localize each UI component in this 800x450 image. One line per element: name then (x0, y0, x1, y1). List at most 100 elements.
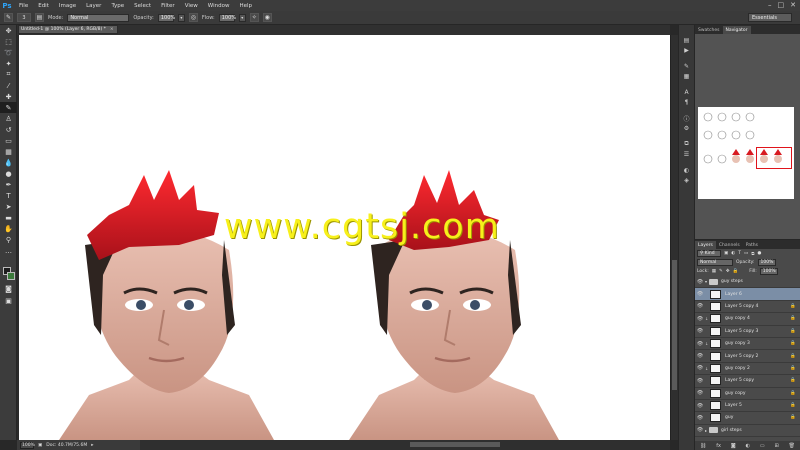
menu-window[interactable]: Window (203, 3, 235, 9)
layer-row[interactable]: 👁 ↓ guy copy 4 🔒 (695, 313, 800, 326)
layer-name[interactable]: Layer 5 copy 3 (725, 329, 758, 334)
eraser-tool-icon[interactable]: ▭ (0, 135, 17, 146)
properties-panel-icon[interactable]: ☰ (679, 149, 694, 159)
opacity-dropdown-icon[interactable]: ▾ (177, 13, 185, 22)
layer-thumbnail[interactable] (710, 301, 721, 311)
layer-name[interactable]: guy copy 3 (725, 341, 750, 346)
layer-row[interactable]: 👁 ↓ guy copy 2 🔒 (695, 363, 800, 376)
brush-preset-picker[interactable]: 3 (17, 13, 31, 22)
layer-row[interactable]: 👁 guy copy 🔒 (695, 388, 800, 400)
layer-name[interactable]: guy copy (725, 391, 746, 396)
layer-thumbnail[interactable] (710, 314, 721, 324)
visibility-eye-icon[interactable]: 👁 (695, 279, 705, 285)
layer-style-icon[interactable]: fx (716, 443, 721, 449)
adjustment-layer-icon[interactable]: ◐ (746, 443, 750, 449)
move-tool-icon[interactable]: ✥ (0, 25, 17, 36)
layer-name[interactable]: guy (725, 415, 733, 420)
layer-thumbnail[interactable] (710, 388, 721, 398)
mode-select[interactable]: Normal (67, 13, 130, 22)
navigator-view-box[interactable] (756, 147, 792, 169)
clone-stamp-tool-icon[interactable]: ♙ (0, 113, 17, 124)
document-canvas[interactable]: www.cgtsj.com (19, 35, 670, 440)
menu-help[interactable]: Help (234, 3, 257, 9)
brush-presets-icon[interactable]: ▦ (679, 71, 694, 81)
tab-channels[interactable]: Channels (716, 241, 743, 249)
menu-select[interactable]: Select (129, 3, 156, 9)
layer-name[interactable]: guy copy 2 (725, 366, 750, 371)
document-info-icon[interactable]: ▣ (38, 443, 42, 448)
brush-panel-icon[interactable]: ✎ (679, 61, 694, 71)
canvas-area[interactable]: www.cgtsj.com (17, 35, 670, 440)
layer-row[interactable]: 👁 Layer 5 copy 3 🔒 (695, 326, 800, 338)
visibility-eye-icon[interactable]: 👁 (695, 403, 705, 409)
vertical-scroll-thumb[interactable] (672, 260, 677, 390)
brush-tool-icon[interactable]: ✎ (0, 102, 17, 113)
tab-swatches[interactable]: Swatches (695, 26, 723, 34)
blur-tool-icon[interactable]: 💧 (0, 157, 17, 168)
character-panel-icon[interactable]: A (679, 87, 694, 97)
link-layers-icon[interactable]: ⛓ (700, 443, 706, 449)
visibility-eye-icon[interactable]: 👁 (695, 316, 705, 322)
layer-row[interactable]: 👁 Layer 5 copy 🔒 (695, 375, 800, 388)
quick-mask-icon[interactable]: ◙ (0, 283, 17, 294)
layer-name[interactable]: Layer 5 (725, 403, 742, 408)
layer-group-row[interactable]: 👁 ▾ guy steps (695, 276, 800, 289)
layer-name[interactable]: girl steps (721, 428, 742, 433)
menu-file[interactable]: File (14, 3, 33, 9)
status-menu-icon[interactable]: ▸ (91, 443, 93, 448)
layer-name[interactable]: Layer 5 copy (725, 378, 754, 383)
type-tool-icon[interactable]: T (0, 190, 17, 201)
adjustments-panel-icon[interactable]: ◐ (679, 165, 694, 175)
visibility-eye-icon[interactable]: 👁 (695, 415, 705, 421)
layer-row[interactable]: 👁 Layer 5 🔒 (695, 400, 800, 413)
layer-opacity-input[interactable]: 100% (757, 259, 776, 266)
styles-panel-icon[interactable]: ◈ (679, 175, 694, 185)
crop-tool-icon[interactable]: ⌗ (0, 69, 17, 80)
fill-input[interactable]: 100% (759, 268, 778, 275)
tab-paths[interactable]: Paths (743, 241, 761, 249)
gradient-tool-icon[interactable]: ▦ (0, 146, 17, 157)
blend-mode-select[interactable]: Normal (697, 259, 733, 266)
filter-pixel-icon[interactable]: ▣ (724, 251, 728, 256)
actions-panel-icon[interactable]: ▶ (679, 45, 694, 55)
layer-name[interactable]: Layer 6 (725, 292, 742, 297)
flow-dropdown-icon[interactable]: ▾ (238, 13, 246, 22)
filter-kind-select[interactable]: ⚲ Kind (697, 250, 721, 257)
brush-tool-icon[interactable]: ✎ (4, 13, 13, 22)
menu-edit[interactable]: Edit (33, 3, 54, 9)
filter-toggle-icon[interactable]: ● (757, 251, 761, 256)
pen-tool-icon[interactable]: ✒ (0, 179, 17, 190)
tab-navigator[interactable]: Navigator (722, 26, 751, 34)
visibility-eye-icon[interactable]: 👁 (695, 328, 705, 334)
delete-layer-icon[interactable]: 🗑 (789, 443, 795, 449)
paragraph-panel-icon[interactable]: ¶ (679, 97, 694, 107)
tab-layers[interactable]: Layers (695, 241, 716, 249)
visibility-eye-icon[interactable]: 👁 (695, 390, 705, 396)
more-tools-icon[interactable]: … (0, 245, 17, 256)
eyedropper-tool-icon[interactable]: ⁄ (0, 80, 17, 91)
lasso-tool-icon[interactable]: ➰ (0, 47, 17, 58)
lock-transparent-icon[interactable]: ▦ (712, 269, 716, 274)
brush-panel-toggle-icon[interactable]: ▤ (35, 13, 44, 22)
layer-name[interactable]: guy copy 4 (725, 316, 750, 321)
visibility-eye-icon[interactable]: 👁 (695, 378, 705, 384)
filter-shape-icon[interactable]: ▭ (744, 251, 748, 256)
menu-filter[interactable]: Filter (156, 3, 180, 9)
visibility-eye-icon[interactable]: 👁 (695, 365, 705, 371)
lock-all-icon[interactable]: 🔒 (733, 269, 739, 274)
new-group-icon[interactable]: ▭ (760, 443, 765, 449)
vertical-scrollbar[interactable] (670, 35, 678, 440)
lock-position-icon[interactable]: ✥ (726, 269, 730, 274)
background-color-swatch[interactable] (7, 272, 15, 280)
opacity-input[interactable]: 100% (157, 13, 175, 22)
horizontal-scroll-thumb[interactable] (410, 442, 500, 447)
clone-source-icon[interactable]: ⧉ (679, 139, 694, 149)
zoom-level-field[interactable]: 100% (20, 441, 35, 449)
layer-thumbnail[interactable] (710, 376, 721, 386)
lock-pixels-icon[interactable]: ✎ (719, 269, 723, 274)
history-brush-tool-icon[interactable]: ↺ (0, 124, 17, 135)
layer-row[interactable]: 👁 guy 🔒 (695, 412, 800, 425)
maximize-button[interactable]: □ (778, 1, 785, 9)
layer-thumbnail[interactable] (710, 339, 721, 349)
flow-input[interactable]: 100% (218, 13, 236, 22)
